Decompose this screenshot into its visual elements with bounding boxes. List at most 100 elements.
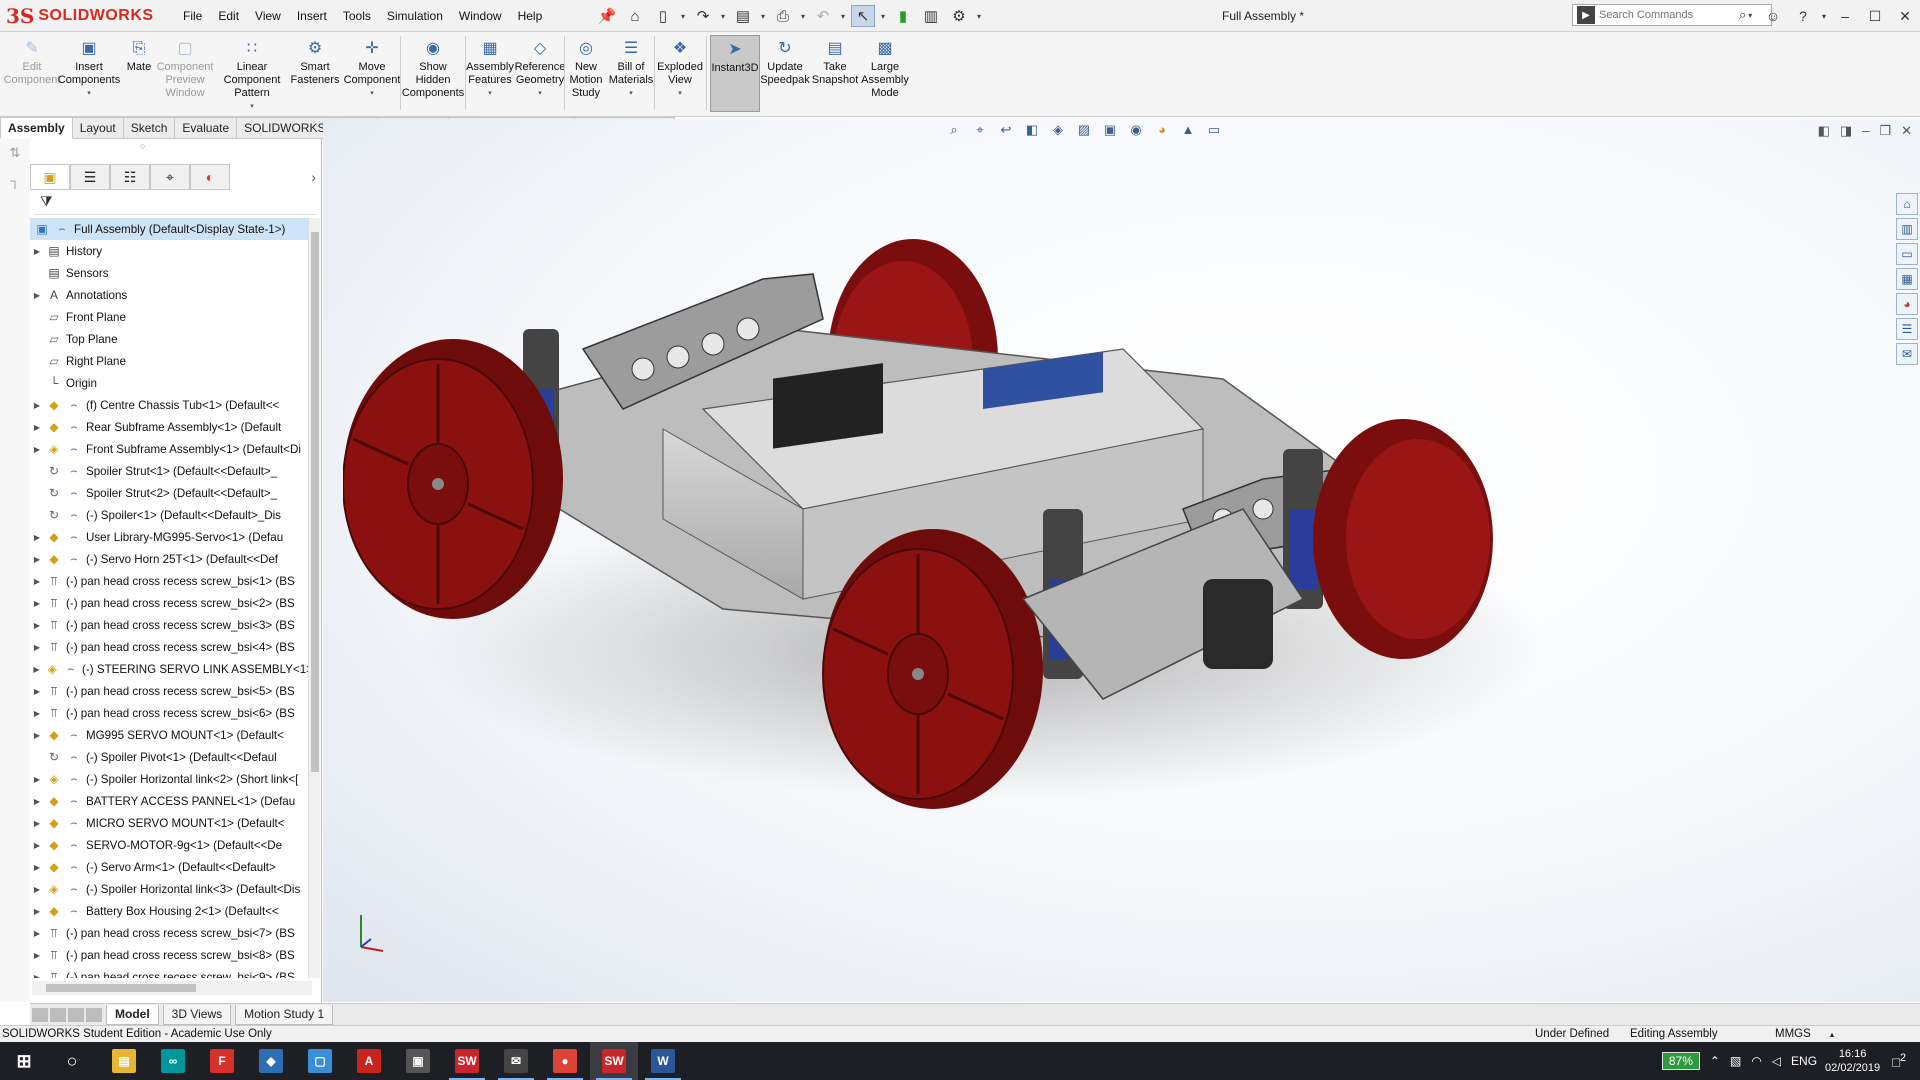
- section-view-icon[interactable]: ◧: [1021, 122, 1043, 142]
- tree-item[interactable]: ↻ ⌢ (-) Spoiler<1> (Default<<Default>_Dis: [30, 504, 320, 526]
- zoom-to-area-icon[interactable]: ⌖: [969, 122, 991, 142]
- tree-item[interactable]: ▶ ◆ ⌢ Battery Box Housing 2<1> (Default<<: [30, 900, 320, 922]
- zoom-to-fit-icon[interactable]: ⌕: [943, 122, 965, 142]
- expand-arrow-icon[interactable]: ▶: [30, 819, 44, 828]
- tree-item[interactable]: ▶ ◆ ⌢ (-) Servo Horn 25T<1> (Default<<Def: [30, 548, 320, 570]
- bill-of-materials-button[interactable]: ☰ Bill of Materials ▾: [608, 38, 654, 100]
- tree-item[interactable]: ▶ ◆ ⌢ User Library-MG995-Servo<1> (Defau: [30, 526, 320, 548]
- bottom-tab-3d-views[interactable]: 3D Views: [162, 1004, 232, 1025]
- tab-scroll-next-icon[interactable]: [68, 1007, 84, 1022]
- expand-arrow-icon[interactable]: ▶: [30, 665, 43, 674]
- tree-item[interactable]: ▤ Sensors: [30, 262, 320, 284]
- select-pointer-icon[interactable]: ↖: [851, 5, 875, 27]
- bottom-tab-model[interactable]: Model: [106, 1004, 159, 1025]
- insert-components-button[interactable]: ▣ Insert Components ▾: [58, 38, 120, 100]
- apply-scene-icon[interactable]: ▲: [1177, 122, 1199, 142]
- tab-scroll-first-icon[interactable]: [32, 1007, 48, 1022]
- file-properties-icon[interactable]: ▥: [919, 5, 943, 27]
- menu-insert[interactable]: Insert: [289, 9, 335, 23]
- pin-icon[interactable]: 📌: [595, 5, 619, 27]
- user-account-icon[interactable]: ☺: [1758, 8, 1788, 24]
- dropdown-arrow-icon[interactable]: ▾: [678, 87, 682, 100]
- menu-tools[interactable]: Tools: [335, 9, 379, 23]
- minimize-button[interactable]: –: [1830, 8, 1860, 24]
- taskbar-app-button[interactable]: ∞: [149, 1042, 197, 1080]
- search-dropdown-icon[interactable]: ▾: [1746, 11, 1754, 20]
- tab-sketch[interactable]: Sketch: [123, 117, 176, 139]
- new-motion-study-button[interactable]: ◎ New Motion Study: [566, 38, 606, 100]
- tree-item[interactable]: ▶ ⫪ (-) pan head cross recess screw_bsi<2>…: [30, 592, 320, 614]
- tree-item[interactable]: ▶ ◈ ⌢ Front Subframe Assembly<1> (Default<D…: [30, 438, 320, 460]
- forum-icon[interactable]: ✉: [1896, 343, 1918, 365]
- show-hidden-components-button[interactable]: ◉ Show Hidden Components: [402, 38, 464, 100]
- tree-filter-icon[interactable]: ⧩: [34, 193, 316, 215]
- taskbar-app-button[interactable]: ◆: [247, 1042, 295, 1080]
- tab-scroll-prev-icon[interactable]: [50, 1007, 66, 1022]
- menu-file[interactable]: File: [175, 9, 210, 23]
- tree-item[interactable]: ▶ ◆ ⌢ MICRO SERVO MOUNT<1> (Default<: [30, 812, 320, 834]
- select-dropdown-icon[interactable]: ▾: [879, 12, 887, 21]
- move-component-button[interactable]: ✛ Move Component ▾: [343, 38, 401, 100]
- step-icon[interactable]: ┐: [4, 173, 26, 195]
- expand-arrow-icon[interactable]: ▶: [30, 533, 44, 542]
- tab-evaluate[interactable]: Evaluate: [175, 117, 238, 139]
- print-icon[interactable]: ⎙: [771, 5, 795, 27]
- panel-splitter-handle[interactable]: ○: [140, 141, 145, 151]
- expand-arrow-icon[interactable]: ▶: [30, 929, 44, 938]
- tree-item[interactable]: ▶ ▤ History: [30, 240, 320, 262]
- view-orientation-icon[interactable]: ▨: [1073, 122, 1095, 142]
- battery-indicator[interactable]: 87%: [1661, 1052, 1700, 1070]
- tree-item[interactable]: ▶ ◆ ⌢ (f) Centre Chassis Tub<1> (Default<<: [30, 394, 320, 416]
- tree-item[interactable]: ▱ Right Plane: [30, 350, 320, 372]
- bottom-tab-motion-study-1[interactable]: Motion Study 1: [235, 1004, 334, 1025]
- tree-item[interactable]: ▶ ◆ ⌢ SERVO-MOTOR-9g<1> (Default<<De: [30, 834, 320, 856]
- taskbar-app-button[interactable]: SW: [443, 1042, 491, 1080]
- expand-arrow-icon[interactable]: ▶: [30, 907, 44, 916]
- dropdown-arrow-icon[interactable]: ▾: [538, 87, 542, 100]
- tree-item[interactable]: ↻ ⌢ (-) Spoiler Pivot<1> (Default<<Defaul: [30, 746, 320, 768]
- taskbar-app-button[interactable]: ▢: [296, 1042, 344, 1080]
- menu-simulation[interactable]: Simulation: [379, 9, 451, 23]
- view-settings-icon[interactable]: ▭: [1203, 122, 1225, 142]
- expand-arrow-icon[interactable]: ▶: [30, 599, 44, 608]
- help-dropdown-icon[interactable]: ▾: [1818, 12, 1830, 21]
- solidworks-resources-icon[interactable]: ⌂: [1896, 193, 1918, 215]
- configuration-manager-tab-icon[interactable]: ☷: [110, 164, 150, 190]
- tree-item[interactable]: ▶ ◆ ⌢ MG995 SERVO MOUNT<1> (Default<: [30, 724, 320, 746]
- open-dropdown-icon[interactable]: ▾: [719, 12, 727, 21]
- tree-item[interactable]: ▶ ◆ ⌢ Rear Subframe Assembly<1> (Default: [30, 416, 320, 438]
- network-icon[interactable]: ▧: [1730, 1054, 1741, 1068]
- scrollbar-thumb[interactable]: [311, 232, 319, 772]
- dropdown-arrow-icon[interactable]: ▾: [488, 87, 492, 100]
- taskbar-app-button[interactable]: A: [345, 1042, 393, 1080]
- tab-layout[interactable]: Layout: [72, 117, 124, 139]
- expand-arrow-icon[interactable]: ▶: [30, 401, 44, 410]
- tree-item[interactable]: ▶ A Annotations: [30, 284, 320, 306]
- design-library-icon[interactable]: ▥: [1896, 218, 1918, 240]
- file-explorer-pane-icon[interactable]: ▭: [1896, 243, 1918, 265]
- search-icon[interactable]: ⌕: [1739, 7, 1746, 23]
- taskbar-app-button[interactable]: W: [639, 1042, 687, 1080]
- tree-item[interactable]: ▶ ◈ ⌢ (-) Spoiler Horizontal link<3> (Defau…: [30, 878, 320, 900]
- display-manager-tab-icon[interactable]: ◐: [190, 164, 230, 190]
- menu-view[interactable]: View: [247, 9, 289, 23]
- close-button[interactable]: ✕: [1890, 8, 1920, 25]
- component-preview-window-button[interactable]: ▢ Component Preview Window: [157, 38, 214, 100]
- taskbar-app-button[interactable]: ▣: [394, 1042, 442, 1080]
- tree-item[interactable]: ▶ ◈ ⌢ (-) Spoiler Horizontal link<2> (Short…: [30, 768, 320, 790]
- feature-manager-tab-icon[interactable]: ▣: [30, 164, 70, 190]
- expand-arrow-icon[interactable]: ▶: [30, 731, 44, 740]
- help-icon[interactable]: ?: [1788, 8, 1818, 24]
- tree-item[interactable]: └ Origin: [30, 372, 320, 394]
- edit-component-button[interactable]: ✎ Edit Component: [4, 38, 61, 87]
- taskbar-app-button[interactable]: ▤: [100, 1042, 148, 1080]
- dropdown-arrow-icon[interactable]: ▾: [87, 87, 91, 100]
- home-icon[interactable]: ⌂: [623, 5, 647, 27]
- expand-arrow-icon[interactable]: ▶: [30, 951, 44, 960]
- view-palette-icon[interactable]: ▦: [1896, 268, 1918, 290]
- tile-left-icon[interactable]: ◧: [1818, 123, 1830, 139]
- expand-arrow-icon[interactable]: ▶: [30, 577, 44, 586]
- expand-arrow-icon[interactable]: ▶: [30, 841, 44, 850]
- edit-appearance-icon[interactable]: ◕: [1151, 122, 1173, 142]
- expand-arrow-icon[interactable]: ▶: [30, 621, 44, 630]
